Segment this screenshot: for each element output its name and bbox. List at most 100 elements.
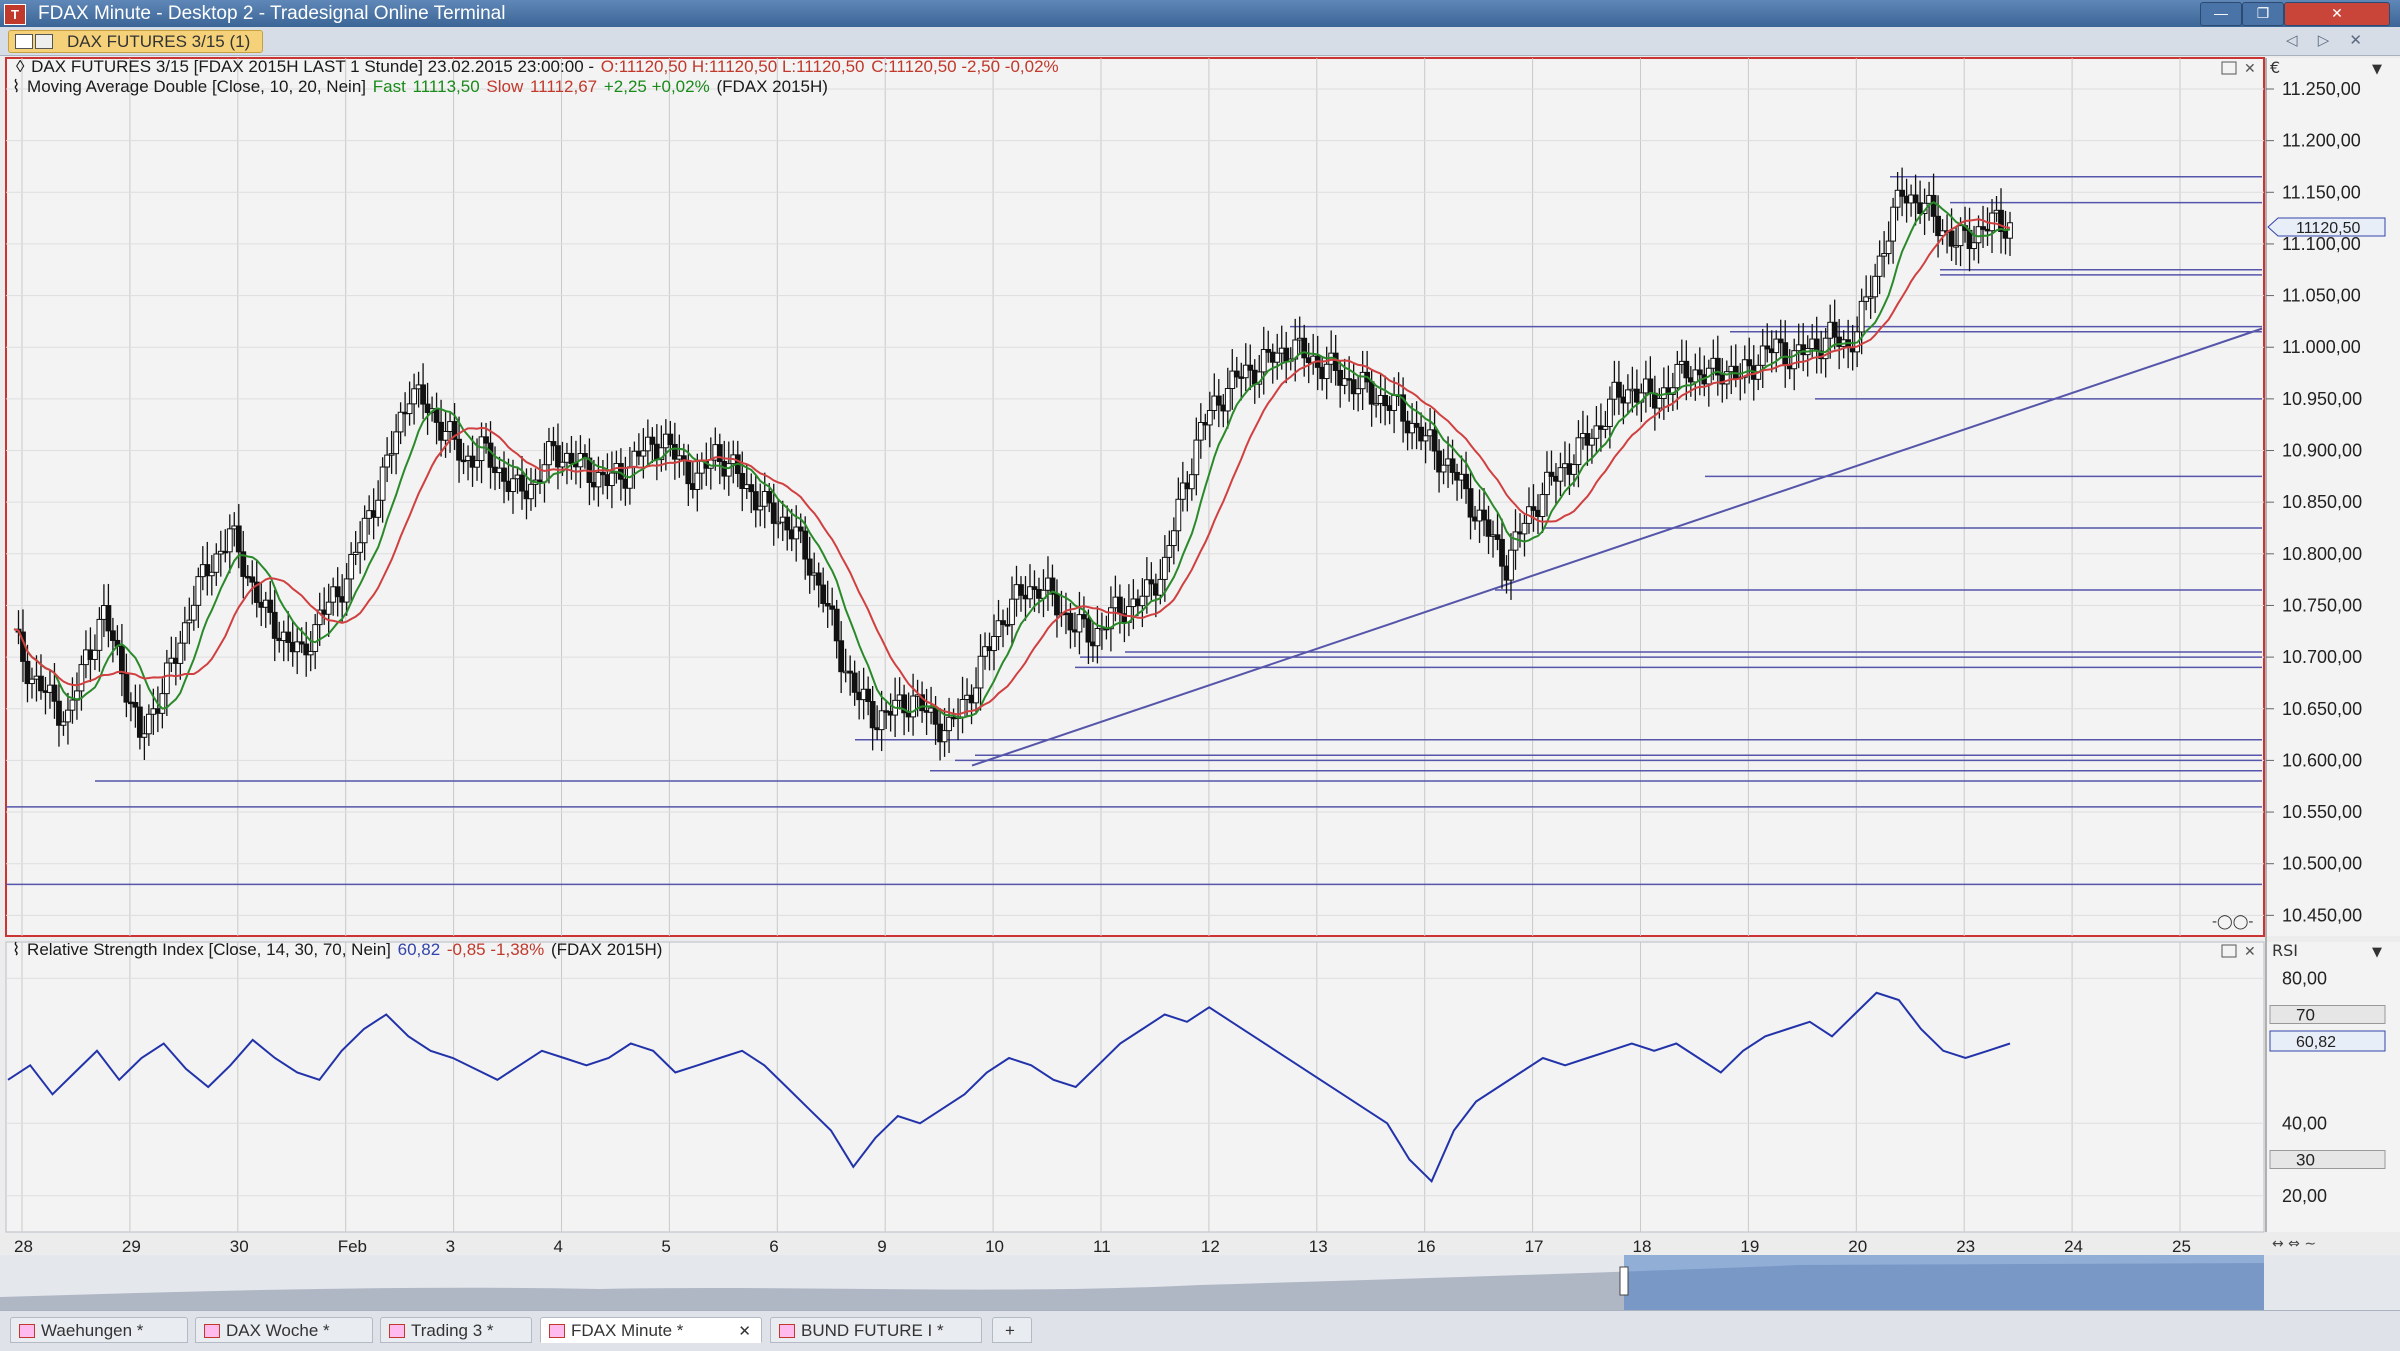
candle-body	[541, 464, 548, 483]
price-legend: ◊ DAX FUTURES 3/15 [FDAX 2015H LAST 1 St…	[16, 57, 1061, 77]
close-pane-icon[interactable]: ✕	[2244, 61, 2256, 77]
time-axis-label: 28	[14, 1237, 33, 1255]
candle-body	[1215, 395, 1222, 406]
workspace-tab-icon	[779, 1324, 795, 1338]
restore-icon[interactable]: ❐	[2242, 2, 2284, 26]
price-axis-label: 11.250,00	[2282, 79, 2361, 99]
candle-body	[1161, 556, 1168, 580]
candle-body	[361, 517, 368, 544]
candle-body	[1481, 509, 1487, 521]
active-chart-tab[interactable]: DAX FUTURES 3/15 (1)	[8, 30, 264, 53]
candle-body	[910, 695, 916, 718]
price-axis-label: 10.750,00	[2282, 595, 2362, 615]
candle-body	[483, 436, 489, 444]
rsi-legend-symbol: (FDAX 2015H)	[550, 940, 663, 959]
time-axis-label: 4	[554, 1237, 563, 1255]
tab-nav-arrows-icon[interactable]: ◁ ▷ ✕	[2286, 31, 2370, 49]
overview-mini-chart	[0, 1255, 2264, 1310]
rsi-axis-menu-icon[interactable]: ▼	[2372, 945, 2382, 960]
candle-body	[649, 436, 656, 445]
chart-canvas[interactable]: 10.450,00 10.500,00 10.550,00 10.600,00 10.6…	[0, 55, 2400, 1255]
workspace-tab-label: FDAX Minute *	[571, 1321, 684, 1340]
minimize-icon[interactable]: —	[2200, 2, 2242, 26]
price-axis-label: 10.800,00	[2282, 544, 2362, 564]
candle-body	[802, 530, 809, 560]
close-tab-icon[interactable]: ✕	[738, 1318, 751, 1344]
time-axis-label: 10	[985, 1237, 1004, 1255]
time-axis-label: 6	[769, 1237, 778, 1255]
candle-body	[838, 640, 845, 673]
rsi-level-tag-shape	[2269, 1150, 2386, 1169]
candle-body	[1440, 464, 1447, 473]
candle-body	[78, 664, 85, 692]
candle-body	[325, 601, 332, 615]
chart-overview-scrollbar[interactable]	[0, 1255, 2400, 1310]
candle-body	[1094, 628, 1101, 647]
workspace-tab[interactable]: BUND FUTURE I *	[770, 1317, 982, 1343]
candle-body	[609, 472, 615, 487]
legend-collapse-icon[interactable]: ◊	[16, 57, 24, 76]
workspace-tab-label: Trading 3 *	[411, 1321, 494, 1340]
price-axis-label: 11.050,00	[2282, 286, 2361, 306]
scroll-chart-icon[interactable]: -◯◯-	[2212, 914, 2253, 930]
candle-body	[946, 716, 952, 732]
candle-body	[501, 467, 507, 482]
candle-body	[1054, 593, 1060, 616]
candle-body	[1382, 394, 1389, 407]
time-axis-label: 24	[2064, 1237, 2083, 1255]
scroll-handle-icon[interactable]	[1619, 1266, 1629, 1296]
candle-body	[92, 649, 98, 660]
candle-body	[1575, 437, 1582, 466]
workspace-tab[interactable]: FDAX Minute * ✕	[540, 1317, 762, 1343]
price-legend-symbol: DAX FUTURES 3/15 [FDAX 2015H LAST 1 Stun…	[31, 57, 595, 76]
candle-body	[249, 576, 256, 583]
overview-visible-window[interactable]	[1624, 1255, 2264, 1310]
time-axis-label: 20	[1848, 1237, 1867, 1255]
time-axis[interactable]: 28 29 30 Feb 3 4 5 6 9 10 11 12 13 16 17 18 19 20 23 24 25	[14, 1237, 2191, 1255]
price-axis-label: 10.900,00	[2282, 441, 2362, 461]
candle-body	[851, 672, 858, 693]
price-axis-label: 11.150,00	[2282, 182, 2361, 202]
candle-body	[1116, 596, 1123, 615]
add-tab-icon[interactable]: +	[992, 1317, 1032, 1343]
candle-body	[1463, 473, 1469, 490]
candle-body	[375, 499, 382, 518]
candle-body	[145, 713, 152, 735]
workspace-tab-bar: Waehungen * DAX Woche * Trading 3 * FDAX Mi…	[0, 1310, 2400, 1351]
price-axis-label: 10.850,00	[2282, 492, 2362, 512]
candle-body	[1876, 255, 1883, 277]
candle-body	[1912, 194, 1919, 204]
candle-body	[519, 474, 525, 492]
chart-window-icon	[15, 34, 33, 49]
candle-body	[1971, 242, 1977, 250]
zoom-controls-icon[interactable]: ↔ ⇔ ∼	[2272, 1236, 2316, 1252]
candle-body	[1485, 519, 1492, 537]
candle-body	[977, 655, 984, 689]
close-icon[interactable]: ✕	[2284, 2, 2390, 26]
ma-legend: ⌇ Moving Average Double [Close, 10, 20, …	[12, 77, 830, 97]
last-price-tag: 11120,50	[2296, 220, 2360, 237]
ma-symbol: (FDAX 2015H)	[716, 77, 828, 96]
candle-body	[1989, 212, 1995, 232]
window-title-bar[interactable]: T FDAX Minute - Desktop 2 - Tradesignal …	[0, 0, 2400, 27]
workspace-tab-label: DAX Woche *	[226, 1321, 330, 1340]
ma-slow-value: 11112,67	[529, 77, 598, 96]
rsi-legend-change: -0,85 -1,38%	[446, 940, 545, 959]
price-axis-label: 10.650,00	[2282, 699, 2362, 719]
rsi-axis-label: 20,00	[2282, 1186, 2327, 1206]
ma-change: +2,25 +0,02%	[603, 77, 710, 96]
candle-body	[1193, 439, 1200, 476]
candle-body	[1247, 364, 1254, 371]
workspace-tab[interactable]: Waehungen *	[10, 1317, 188, 1343]
axis-menu-icon[interactable]: ▼	[2372, 62, 2382, 77]
candle-body	[334, 586, 341, 598]
candle-body	[456, 438, 462, 461]
workspace-tab[interactable]: Trading 3 *	[380, 1317, 532, 1343]
candle-body	[1157, 578, 1164, 596]
close-rsi-pane-icon[interactable]: ✕	[2244, 944, 2256, 960]
candle-body	[348, 553, 355, 580]
workspace-tab[interactable]: DAX Woche *	[195, 1317, 373, 1343]
candle-body	[1274, 352, 1281, 363]
candle-body	[815, 572, 822, 586]
workspace-tab-label: BUND FUTURE I *	[801, 1321, 944, 1340]
